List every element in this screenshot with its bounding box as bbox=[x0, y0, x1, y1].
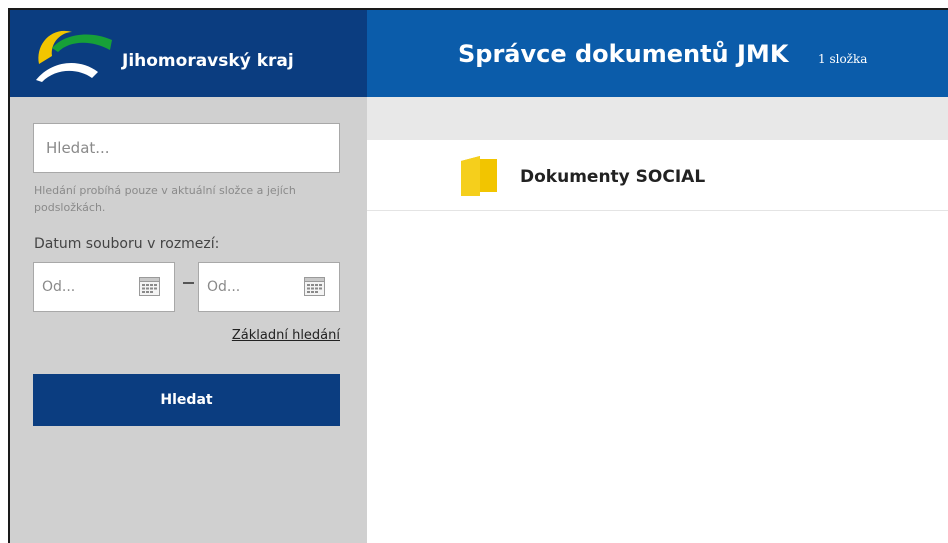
sidebar: Jihomoravský kraj Hledání probíhá pouze … bbox=[10, 10, 367, 543]
date-from-input[interactable] bbox=[34, 263, 134, 311]
search-button[interactable]: Hledat bbox=[33, 374, 340, 426]
basic-search-link[interactable]: Základní hledání bbox=[232, 328, 340, 343]
folder-item[interactable]: Dokumenty SOCIAL bbox=[367, 140, 948, 211]
page-title: Správce dokumentů JMK bbox=[458, 40, 789, 68]
folder-count: 1 složka bbox=[818, 52, 868, 66]
folder-name: Dokumenty SOCIAL bbox=[520, 167, 706, 187]
search-input[interactable] bbox=[33, 123, 340, 173]
jmk-logo-icon bbox=[36, 30, 112, 82]
logo-bar[interactable]: Jihomoravský kraj bbox=[10, 10, 367, 97]
calendar-icon[interactable] bbox=[139, 277, 160, 296]
date-from-field bbox=[33, 262, 175, 312]
folder-icon bbox=[461, 156, 497, 196]
app-window: Jihomoravský kraj Hledání probíhá pouze … bbox=[8, 8, 948, 543]
date-to-field bbox=[198, 262, 340, 312]
main-header: Správce dokumentů JMK 1 složka bbox=[367, 10, 948, 97]
brand-name: Jihomoravský kraj bbox=[122, 51, 294, 71]
toolbar-strip bbox=[367, 97, 948, 140]
calendar-icon[interactable] bbox=[304, 277, 325, 296]
date-to-input[interactable] bbox=[199, 263, 299, 311]
date-range-separator bbox=[183, 282, 194, 284]
date-range-label: Datum souboru v rozmezí: bbox=[34, 236, 220, 252]
search-hint: Hledání probíhá pouze v aktuální složce … bbox=[34, 184, 296, 214]
